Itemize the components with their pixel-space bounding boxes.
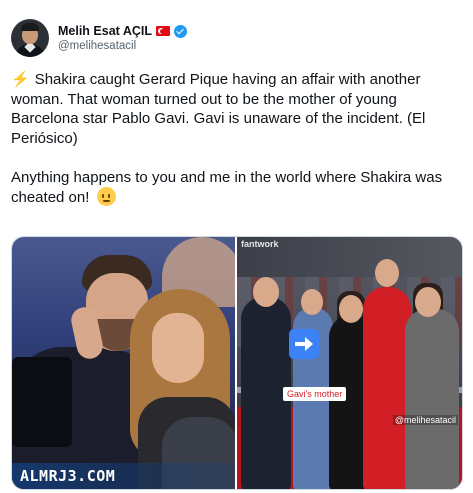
stadium-screen-text: fantwork bbox=[241, 239, 279, 249]
tweet-text-paragraph-1: Shakira caught Gerard Pique having an af… bbox=[11, 71, 430, 147]
author-handle[interactable]: @melihesatacil bbox=[58, 40, 187, 52]
avatar[interactable] bbox=[11, 19, 49, 57]
turkey-flag-icon bbox=[156, 26, 170, 36]
tweet-text: ⚡ Shakira caught Gerard Pique having an a… bbox=[11, 70, 463, 208]
rolling-eyes-emoji-icon bbox=[96, 187, 116, 206]
lightning-emoji-icon: ⚡ bbox=[11, 71, 30, 88]
author-info: Melih Esat AÇIL @melihesatacil bbox=[58, 24, 187, 52]
media-photo-left[interactable]: ALMRJ3.COM bbox=[12, 237, 235, 489]
media-photo-right[interactable]: fantwork Gavi's mother @melihesatacil bbox=[237, 237, 462, 489]
watermark-text: ALMRJ3.COM bbox=[20, 467, 116, 485]
verified-badge-icon bbox=[174, 24, 187, 38]
author-display-name[interactable]: Melih Esat AÇIL bbox=[58, 24, 152, 38]
gavis-mother-label: Gavi's mother bbox=[283, 387, 347, 401]
watermark-bar: ALMRJ3.COM bbox=[12, 463, 235, 489]
tweet-text-paragraph-2: Anything happens to you and me in the wo… bbox=[11, 168, 447, 207]
photo-credit: @melihesatacil bbox=[392, 415, 458, 425]
name-row: Melih Esat AÇIL bbox=[58, 24, 187, 38]
tweet-header: Melih Esat AÇIL @melihesatacil bbox=[11, 16, 187, 60]
camera-shape bbox=[12, 357, 72, 447]
tweet-media: ALMRJ3.COM fantwork Gavi's mother @melih… bbox=[11, 236, 463, 490]
right-arrow-icon bbox=[289, 329, 319, 359]
tweet-card[interactable]: Melih Esat AÇIL @melihesatacil ⚡ Shakira … bbox=[0, 0, 473, 493]
